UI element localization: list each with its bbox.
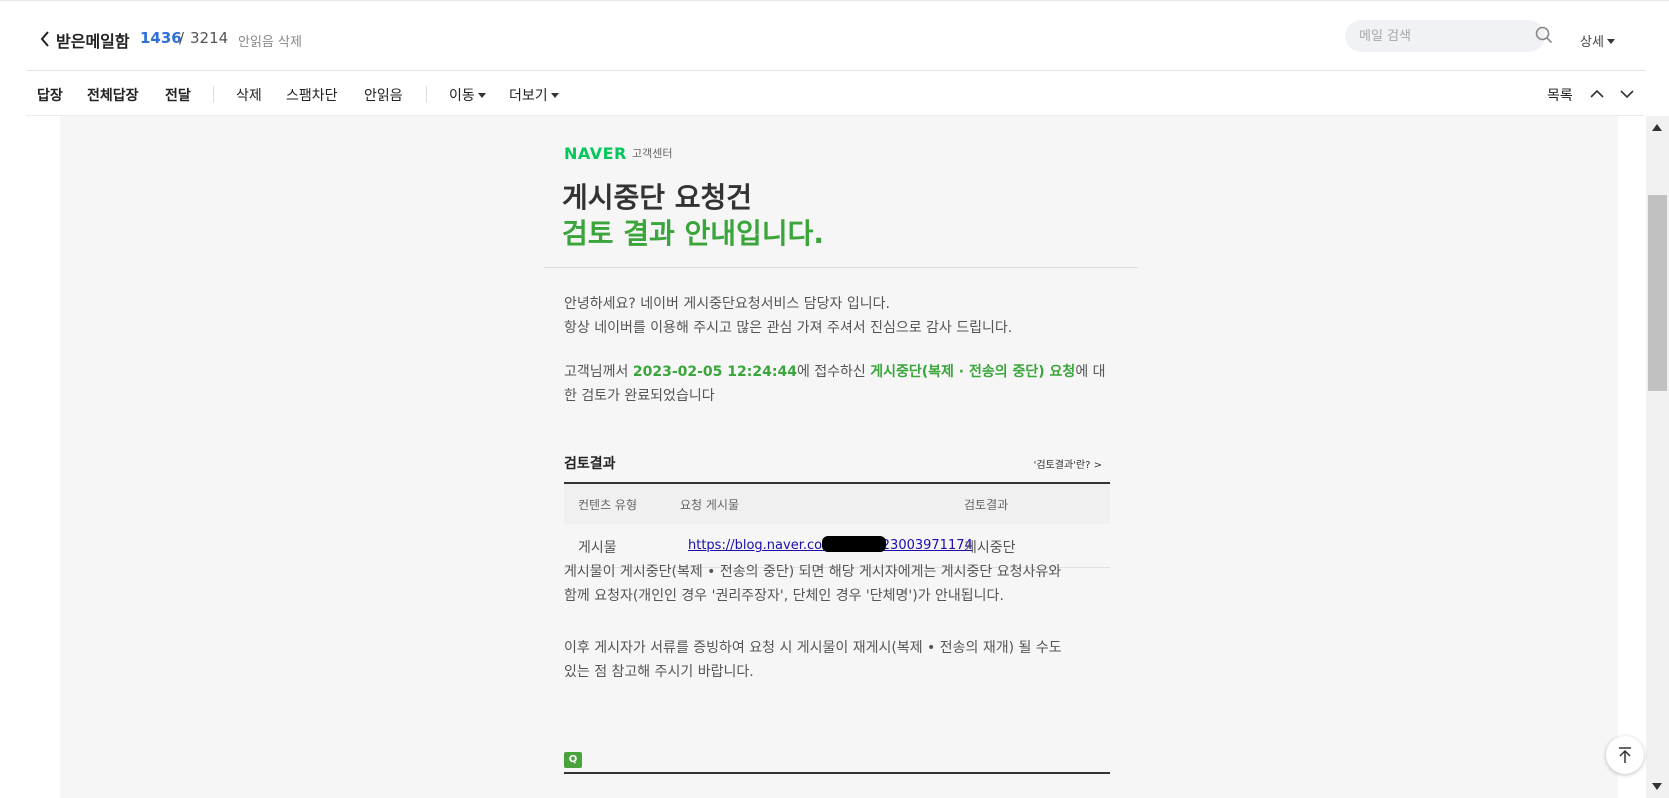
cell-review-result: 게시중단 <box>964 540 1016 556</box>
notice-paragraph-line1: 게시물이 게시중단(복제 • 전송의 중단) 되면 해당 게시자에게는 게시중단… <box>564 564 1062 580</box>
mail-body: NAVER 고객센터 게시중단 요청건 검토 결과 안내입니다. 안녕하세요? … <box>60 116 1618 798</box>
faq-divider <box>564 772 1110 774</box>
header-content-type: 컨텐츠 유형 <box>578 498 638 512</box>
toolbar-separator <box>426 86 427 103</box>
detail-search-button[interactable]: 상세 <box>1580 31 1615 50</box>
receipt-mid: 에 접수하신 <box>796 364 871 380</box>
receipt-prefix: 고객님께서 <box>564 364 633 380</box>
more-label: 더보기 <box>509 88 548 104</box>
repost-paragraph-line2: 있는 점 참고해 주시기 바랍니다. <box>564 664 754 680</box>
greeting-line1: 안녕하세요? 네이버 게시중단요청서비스 담당자 입니다. <box>564 296 890 312</box>
list-button[interactable]: 목록 <box>1547 85 1573 105</box>
mark-unread-button[interactable]: 안읽음 <box>364 85 403 105</box>
headline-line1: 게시중단 요청건 <box>562 181 753 214</box>
arrow-to-top-icon <box>1619 747 1631 763</box>
vertical-scrollbar[interactable] <box>1646 116 1669 798</box>
folder-title[interactable]: 받은메일함 <box>56 28 130 52</box>
search-box[interactable] <box>1345 20 1545 52</box>
toolbar-separator <box>213 86 214 103</box>
reply-all-button[interactable]: 전체답장 <box>87 85 139 105</box>
naver-logo: NAVER <box>564 144 627 163</box>
receipt-paragraph-line2: 한 검토가 완료되었습니다 <box>564 388 715 404</box>
scroll-up-arrow-icon[interactable] <box>1652 124 1662 131</box>
table-header: 컨텐츠 유형 요청 게시물 검토결과 <box>564 484 1110 524</box>
reply-button[interactable]: 답장 <box>37 85 63 105</box>
repost-paragraph-line1: 이후 게시자가 서류를 증빙하여 요청 시 게시물이 재게시(복제 • 전송의 … <box>564 640 1062 656</box>
detail-label: 상세 <box>1580 35 1604 50</box>
mail-toolbar: 답장 전체답장 전달 삭제 스팸차단 안읽음 이동 더보기 목록 <box>0 71 1669 115</box>
move-label: 이동 <box>449 88 475 104</box>
mail-app: 받은메일함 1436 / 3214 안읽음 삭제 상세 답장 전체답장 전달 삭… <box>0 0 1669 798</box>
receipt-request-type: 게시중단(복제 · 전송의 중단) 요청 <box>870 364 1076 380</box>
chevron-left-icon <box>40 31 49 47</box>
scrollbar-thumb[interactable] <box>1648 195 1667 391</box>
caret-down-icon <box>1606 39 1615 44</box>
caret-down-icon <box>550 93 559 98</box>
back-button[interactable] <box>36 26 54 52</box>
receipt-date: 2023-02-05 12:24:44 <box>632 364 797 380</box>
redaction-mark <box>822 536 886 552</box>
notice-paragraph-line2: 함께 요청자(개인인 경우 '권리주장자', 단체인 경우 '단체명')가 안내… <box>564 588 1004 604</box>
review-result-title: 검토결과 <box>564 456 616 472</box>
total-count: 3214 <box>190 29 229 47</box>
mail-header: 받은메일함 1436 / 3214 안읽음 삭제 상세 <box>0 4 1669 70</box>
block-spam-button[interactable]: 스팸차단 <box>286 85 338 105</box>
scroll-to-top-button[interactable] <box>1606 736 1644 774</box>
delete-button[interactable]: 삭제 <box>236 85 262 105</box>
delete-unread-button[interactable]: 안읽음 삭제 <box>238 31 302 50</box>
receipt-paragraph: 고객님께서 2023-02-05 12:24:44에 접수하신 게시중단(복제 … <box>564 360 1106 384</box>
cell-content-type: 게시물 <box>578 540 617 556</box>
unread-count[interactable]: 1436 <box>140 29 182 47</box>
move-dropdown[interactable]: 이동 <box>449 85 486 105</box>
scroll-down-arrow-icon[interactable] <box>1652 783 1662 790</box>
caret-down-icon <box>477 93 486 98</box>
faq-badge: Q <box>564 752 582 768</box>
count-separator: / <box>179 29 185 47</box>
search-icon[interactable] <box>1535 26 1553 44</box>
more-dropdown[interactable]: 더보기 <box>509 85 559 105</box>
logo-subtitle: 고객센터 <box>632 147 673 160</box>
header-requested-post: 요청 게시물 <box>680 498 740 512</box>
headline-line2: 검토 결과 안내입니다. <box>562 217 824 250</box>
link-prefix: https://blog.naver.com/ <box>688 538 840 553</box>
next-mail-icon[interactable] <box>1618 87 1636 101</box>
previous-mail-icon[interactable] <box>1588 87 1606 101</box>
mail-divider <box>544 267 1138 268</box>
review-result-help-link[interactable]: '검토결과'란? > <box>1034 456 1102 471</box>
mail-content: NAVER 고객센터 게시중단 요청건 검토 결과 안내입니다. 안녕하세요? … <box>544 116 1138 798</box>
forward-button[interactable]: 전달 <box>165 85 191 105</box>
search-input[interactable] <box>1359 26 1509 46</box>
greeting-line2: 항상 네이버를 이용해 주시고 많은 관심 가져 주셔서 진심으로 감사 드립니… <box>564 320 1013 336</box>
receipt-suffix: 에 대 <box>1075 364 1106 380</box>
header-review-result: 검토결과 <box>964 498 1009 512</box>
